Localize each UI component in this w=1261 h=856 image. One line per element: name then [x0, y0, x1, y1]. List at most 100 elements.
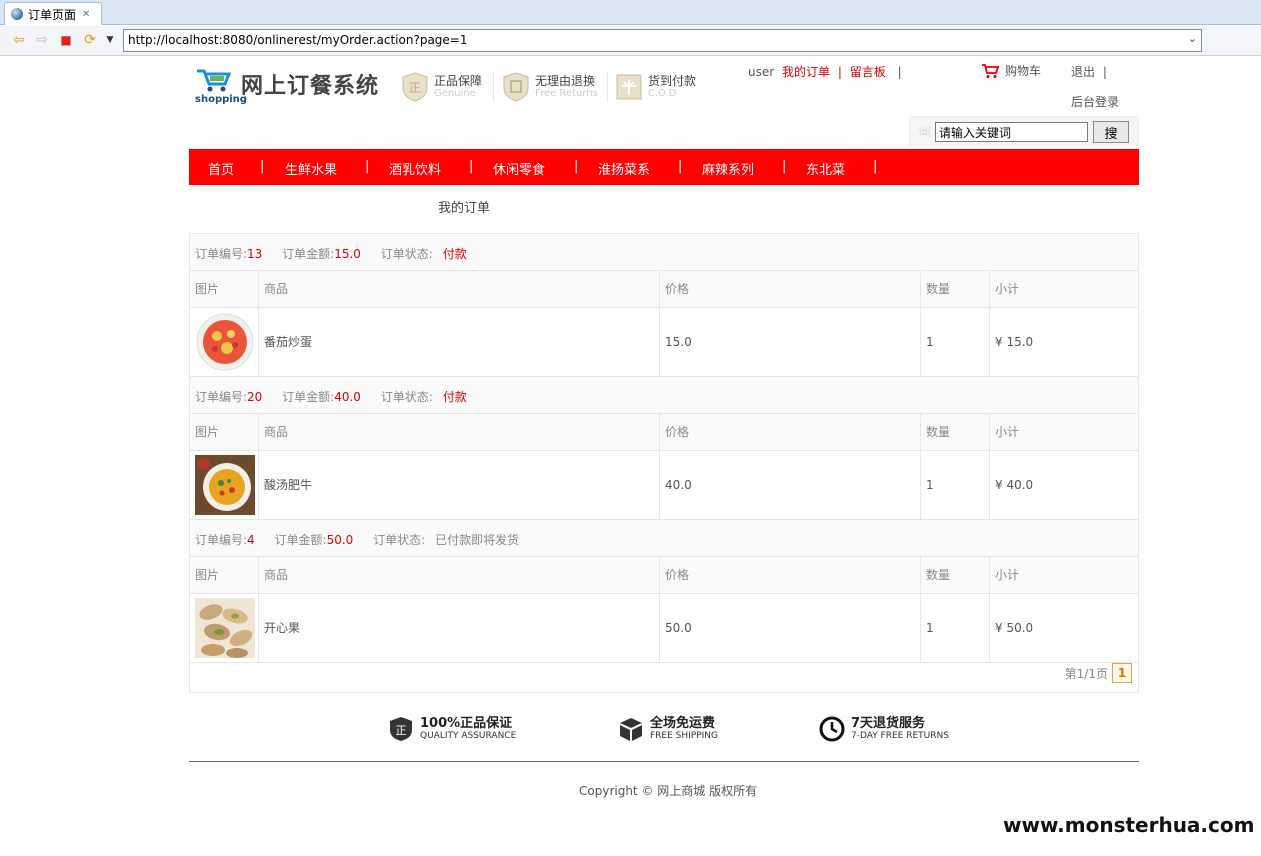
- admin-login-link[interactable]: 后台登录: [1071, 93, 1119, 110]
- product-qty: 1: [921, 451, 990, 519]
- menu-separator: |: [782, 159, 787, 174]
- username: user: [748, 65, 775, 79]
- col-price: 价格: [660, 271, 921, 307]
- menu-item-drinks[interactable]: 酒乳饮料: [389, 159, 441, 178]
- refresh-icon[interactable]: ⟳: [81, 32, 99, 48]
- menu-item-huaiyang[interactable]: 淮扬菜系: [598, 159, 650, 178]
- menu-item-northeast[interactable]: 东北菜: [806, 159, 845, 178]
- feature-sub: FREE SHIPPING: [650, 730, 719, 741]
- col-image: 图片: [190, 414, 259, 450]
- logo-title: 网上订餐系统: [241, 74, 380, 99]
- divider: [607, 72, 608, 102]
- search-input[interactable]: [935, 122, 1088, 142]
- order-id-label: 订单编号:: [195, 247, 248, 261]
- feature-title: 7天退货服务: [851, 715, 926, 731]
- my-orders-link[interactable]: 我的订单: [782, 65, 830, 79]
- product-name[interactable]: 番茄炒蛋: [259, 308, 660, 376]
- table-header: 图片 商品 价格 数量 小计: [190, 271, 1138, 308]
- product-name[interactable]: 开心果: [259, 594, 660, 662]
- badge-title: 正品保障: [434, 74, 483, 88]
- forward-icon[interactable]: ⇨: [33, 32, 51, 48]
- col-subtotal: 小计: [995, 425, 1020, 439]
- badge-title: 无理由退换: [535, 74, 596, 88]
- nav-separator: |: [1102, 65, 1107, 79]
- order-amount-label: 订单金额:: [274, 533, 327, 547]
- feature-title: 全场免运费: [650, 715, 716, 731]
- nav-separator: |: [837, 65, 842, 79]
- pistachio-image[interactable]: [195, 598, 255, 658]
- order-status-label: 订单状态:: [380, 247, 433, 261]
- table-header: 图片 商品 价格 数量 小计: [190, 557, 1138, 594]
- product-name[interactable]: 酸汤肥牛: [259, 451, 660, 519]
- order-amount: 50.0: [326, 533, 354, 547]
- col-qty: 数量: [921, 271, 990, 307]
- search-button[interactable]: 搜: [1093, 121, 1129, 143]
- menu-item-snacks[interactable]: 休闲零食: [493, 159, 545, 178]
- table-header: 图片 商品 价格 数量 小计: [190, 414, 1138, 451]
- feature-shipping: 全场免运费 FREE SHIPPING: [618, 716, 718, 742]
- order-id: 13: [247, 247, 263, 261]
- logout-link[interactable]: 退出: [1071, 65, 1095, 79]
- menu-separator: |: [469, 159, 474, 174]
- col-product: 商品: [259, 271, 660, 307]
- svg-text:正: 正: [409, 81, 421, 95]
- phone-icon: ☏: [917, 124, 933, 138]
- cart-logo-icon: [197, 69, 231, 92]
- order-status-pay-link[interactable]: 付款: [443, 390, 467, 404]
- footer-divider: [189, 761, 1139, 762]
- cart-link[interactable]: 购物车: [981, 62, 1041, 79]
- orders-table: 订单编号:13 订单金额:15.0 订单状态: 付款 图片 商品 价格 数量 小计…: [189, 233, 1139, 693]
- address-bar[interactable]: http://localhost:8080/onlinerest/myOrder…: [123, 29, 1202, 52]
- tab-title: 订单页面: [28, 7, 77, 22]
- col-qty: 数量: [921, 414, 990, 450]
- site-logo[interactable]: shopping 网上订餐系统: [193, 66, 383, 110]
- sour-soup-beef-image[interactable]: [195, 455, 255, 515]
- shopping-cart-icon: [982, 63, 999, 78]
- col-qty: 数量: [921, 557, 990, 593]
- col-image: 图片: [190, 271, 259, 307]
- history-dropdown-icon[interactable]: ▼: [101, 32, 119, 48]
- watermark: www.monsterhua.com: [1003, 813, 1255, 837]
- menu-item-home[interactable]: 首页: [208, 159, 234, 178]
- menu-separator: |: [365, 159, 370, 174]
- stop-icon[interactable]: ■: [57, 32, 75, 48]
- logout-area: 退出 |: [1071, 63, 1107, 80]
- close-tab-icon[interactable]: ✕: [82, 9, 90, 20]
- product-subtotal: ¥ 40.0: [995, 478, 1034, 492]
- feature-title: 100%正品保证: [420, 715, 513, 731]
- cod-icon: [616, 74, 642, 100]
- browser-tab[interactable]: 订单页面 ✕: [4, 2, 102, 25]
- chevron-down-icon[interactable]: ⌄: [1188, 32, 1197, 45]
- col-product: 商品: [259, 414, 660, 450]
- order-status-label: 订单状态:: [380, 390, 433, 404]
- badge-title: 货到付款: [648, 74, 697, 88]
- message-board-link[interactable]: 留言板: [850, 65, 886, 79]
- order-status-pay-link[interactable]: 付款: [443, 247, 467, 261]
- menu-item-fresh-fruit[interactable]: 生鲜水果: [285, 159, 337, 178]
- product-image-cell: [190, 594, 259, 662]
- back-icon[interactable]: ⇦: [10, 32, 28, 48]
- category-menu: 首页 | 生鲜水果 | 酒乳饮料 | 休闲零食 | 淮扬菜系 | 麻辣系列 | …: [189, 149, 1139, 185]
- product-image-cell: [190, 451, 259, 519]
- product-subtotal: ¥ 15.0: [995, 335, 1034, 349]
- product-price: 40.0: [660, 451, 921, 519]
- col-product: 商品: [259, 557, 660, 593]
- order-header: 订单编号:4 订单金额:50.0 订单状态: 已付款即将发货: [190, 520, 1138, 557]
- menu-item-spicy[interactable]: 麻辣系列: [702, 159, 754, 178]
- badge-genuine: 正 正品保障 Genuine: [402, 70, 482, 104]
- quality-shield-icon: 正: [390, 717, 412, 741]
- order-status-label: 订单状态:: [373, 533, 426, 547]
- svg-text:正: 正: [396, 724, 407, 737]
- page-number-button[interactable]: 1: [1112, 663, 1132, 683]
- tomato-egg-image[interactable]: [195, 312, 255, 372]
- product-qty: 1: [921, 594, 990, 662]
- menu-separator: |: [678, 159, 683, 174]
- shield-icon: 正: [402, 72, 428, 102]
- order-id-label: 订单编号:: [195, 533, 248, 547]
- globe-icon: [11, 8, 23, 20]
- order-id: 20: [247, 390, 263, 404]
- table-row: 开心果 50.0 1 ¥ 50.0: [190, 594, 1138, 663]
- order-amount-label: 订单金额:: [282, 390, 335, 404]
- feature-sub: QUALITY ASSURANCE: [420, 730, 517, 741]
- badge-sub: Free Returns: [535, 88, 598, 99]
